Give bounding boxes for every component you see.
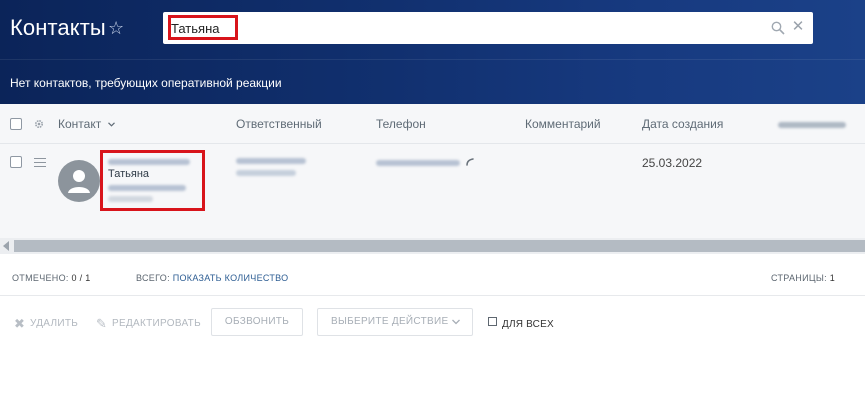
chevron-down-icon <box>107 122 115 127</box>
scroll-left-arrow-icon[interactable] <box>3 241 9 251</box>
header-divider <box>0 59 865 60</box>
total-count: ВСЕГО: ПОКАЗАТЬ КОЛИЧЕСТВО <box>136 273 288 283</box>
header: Контакты ☆ ✕ Нет контактов, требующих оп… <box>0 0 865 104</box>
marked-label: ОТМЕЧЕНО: <box>12 273 69 283</box>
date-created: 25.03.2022 <box>642 156 703 170</box>
row-checkbox[interactable] <box>10 156 22 168</box>
edit-button[interactable]: РЕДАКТИРОВАТЬ <box>112 318 201 329</box>
phone-obscured[interactable] <box>376 160 460 166</box>
search-box[interactable]: ✕ <box>163 12 813 44</box>
user-silhouette-icon <box>68 170 90 193</box>
choose-action-select[interactable]: ВЫБЕРИТЕ ДЕЙСТВИЕ <box>317 308 473 336</box>
show-count-link[interactable]: ПОКАЗАТЬ КОЛИЧЕСТВО <box>173 273 289 283</box>
pages-info: СТРАНИЦЫ: 1 <box>771 273 835 283</box>
close-icon[interactable]: ✕ <box>791 19 805 34</box>
avatar <box>58 160 100 202</box>
page-title: Контакты <box>10 15 106 40</box>
pencil-icon: ✎ <box>96 316 107 331</box>
scrollbar-thumb[interactable] <box>14 240 865 252</box>
row-menu-icon[interactable] <box>34 158 46 167</box>
search-icon[interactable] <box>771 21 785 35</box>
column-contact-label: Контакт <box>58 117 102 131</box>
delete-icon: ✖ <box>14 316 25 331</box>
for-all-label: ДЛЯ ВСЕХ <box>502 319 554 330</box>
table-info-bar: ОТМЕЧЕНО: 0 / 1 ВСЕГО: ПОКАЗАТЬ КОЛИЧЕСТ… <box>0 254 865 296</box>
gear-icon[interactable] <box>33 118 45 130</box>
choose-action-label: ВЫБЕРИТЕ ДЕЙСТВИЕ <box>331 316 449 327</box>
contact-highlight-frame <box>100 150 205 211</box>
star-outline-icon[interactable]: ☆ <box>108 18 124 38</box>
call-button[interactable]: ОБЗВОНИТЬ <box>211 308 303 336</box>
horizontal-scrollbar[interactable] <box>0 238 865 254</box>
column-contact[interactable]: Контакт <box>58 117 115 131</box>
total-label: ВСЕГО: <box>136 273 170 283</box>
table-row[interactable]: Татьяна 25.03.2022 <box>0 145 865 237</box>
select-all-checkbox[interactable] <box>10 118 22 130</box>
for-all-checkbox[interactable] <box>488 317 497 326</box>
responsible-obscured <box>236 170 296 176</box>
marked-count: ОТМЕЧЕНО: 0 / 1 <box>12 273 91 283</box>
phone-icon[interactable] <box>466 158 475 167</box>
chevron-down-icon <box>452 319 460 325</box>
notice-text: Нет контактов, требующих оперативной реа… <box>10 76 282 90</box>
responsible-obscured[interactable] <box>236 158 306 164</box>
column-date-created[interactable]: Дата создания <box>642 117 723 131</box>
contacts-table: Контакт Ответственный Телефон Комментари… <box>0 104 865 240</box>
search-input[interactable] <box>171 16 731 40</box>
action-bar: ✖ УДАЛИТЬ ✎ РЕДАКТИРОВАТЬ ОБЗВОНИТЬ ВЫБЕ… <box>0 296 865 413</box>
pages-label: СТРАНИЦЫ: <box>771 273 827 283</box>
table-header: Контакт Ответственный Телефон Комментари… <box>0 104 865 144</box>
column-extra-obscured <box>778 122 846 128</box>
column-phone[interactable]: Телефон <box>376 117 426 131</box>
pages-value[interactable]: 1 <box>830 273 835 283</box>
delete-button[interactable]: УДАЛИТЬ <box>30 318 78 329</box>
column-responsible[interactable]: Ответственный <box>236 117 322 131</box>
column-comment[interactable]: Комментарий <box>525 117 601 131</box>
marked-value: 0 / 1 <box>71 273 91 283</box>
